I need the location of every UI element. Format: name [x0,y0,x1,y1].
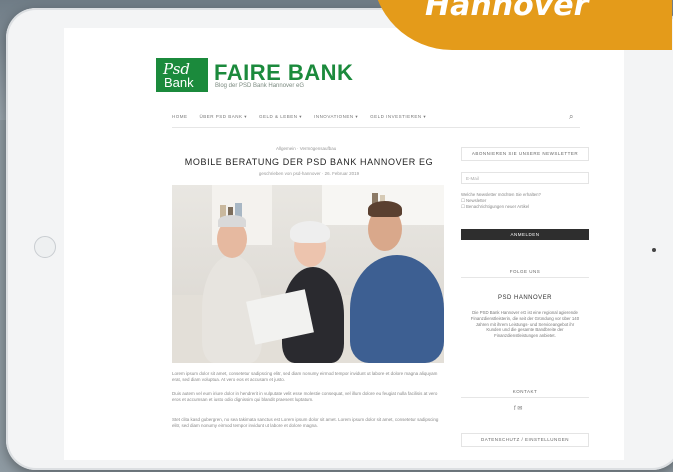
option-label: Benachrichtigungen neuer Artikel [466,204,530,209]
logo-bottom: Bank [164,75,194,90]
camera-dot [652,248,656,252]
tablet-frame: Psd Bank FAIRE BANK Blog der PSD Bank Ha… [6,8,673,470]
privacy-settings-link[interactable]: DATENSCHUTZ / EINSTELLUNGEN [461,437,589,442]
psd-description: Die PSD Bank Hannover eG ist eine region… [470,310,580,339]
post-title: MOBILE BERATUNG DER PSD BANK HANNOVER EG [184,157,434,167]
follow-heading: FOLGE UNS [509,269,541,274]
post-paragraph: Stet clita kasd gubergren, no sea takima… [172,417,439,428]
contact-icons: f ✉ [514,405,522,412]
subscribe-button[interactable]: ANMELDEN [461,229,589,240]
nav-item-innovationen[interactable]: INNOVATIONEN ▾ [314,114,358,124]
option-label: Newsletter [466,198,487,203]
divider [461,397,589,398]
divider [461,277,589,278]
search-icon[interactable]: ⌕ [569,112,573,122]
psd-heading: PSD HANNOVER [497,295,552,301]
site-tagline: Blog der PSD Bank Hannover eG [215,83,305,89]
nav-item-home[interactable]: HOME [172,114,188,124]
newsletter-question: Welche Newsletter möchten Sie erhalten? [461,192,541,197]
psd-bank-logo[interactable]: Psd Bank [156,58,208,92]
nav-divider [172,127,580,128]
nav-item-ueber-psd[interactable]: ÜBER PSD BANK ▾ [200,114,248,124]
newsletter-option[interactable]: ☐ Newsletter [461,198,589,204]
nav-item-geld-leben[interactable]: GELD & LEBEN ▾ [259,114,302,124]
post-image [172,185,444,363]
contact-heading: KONTAKT [512,389,538,394]
badge-text: Hannover [425,0,589,23]
main-nav: HOME ÜBER PSD BANK ▾ GELD & LEBEN ▾ INNO… [172,114,426,124]
post-paragraph: Duis autem vel eum iriure dolor in hendr… [172,391,438,402]
newsletter-heading: ABONNIEREN SIE UNSERE NEWSLETTER [471,151,579,156]
post-paragraph: Lorem ipsum dolor sit amet, consetetur s… [172,371,438,382]
nav-item-geld-investieren[interactable]: GELD INVESTIEREN ▾ [370,114,426,124]
mail-icon[interactable]: ✉ [517,406,522,412]
breadcrumb[interactable]: Allgemein · Vermögensaufbau [276,146,336,151]
newsletter-option[interactable]: ☐ Benachrichtigungen neuer Artikel [461,204,589,210]
email-field[interactable]: E-Mail [461,172,589,184]
post-meta: geschrieben von psd-hannover · 26. Febru… [258,171,360,176]
screen: Psd Bank FAIRE BANK Blog der PSD Bank Ha… [64,28,624,460]
home-button[interactable] [34,236,56,258]
facebook-icon[interactable]: f [514,406,516,412]
